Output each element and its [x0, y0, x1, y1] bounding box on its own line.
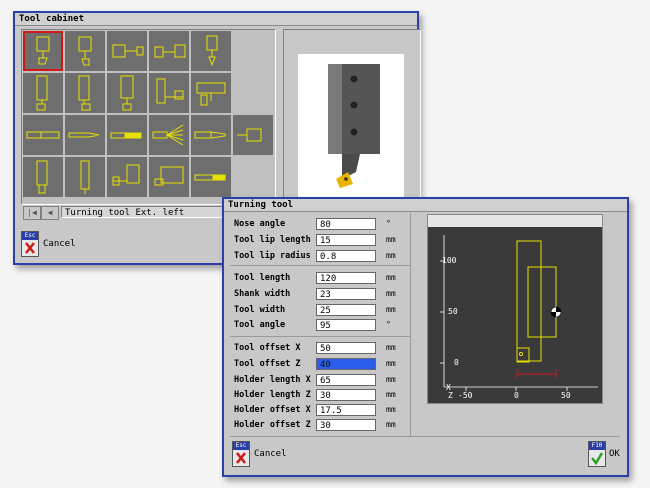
tool-reamer[interactable] — [65, 115, 105, 155]
tool-face-mill[interactable] — [149, 115, 189, 155]
tool-boring-bar-right[interactable] — [191, 73, 231, 113]
esc-key-label: Esc — [233, 442, 249, 450]
divider — [230, 265, 410, 266]
divider — [230, 336, 410, 337]
tool-long-neutral[interactable] — [107, 73, 147, 113]
tool-holder-block[interactable] — [149, 157, 189, 197]
holder-offset-z-input[interactable]: 30 — [316, 419, 376, 431]
tool-int-drill[interactable] — [191, 157, 231, 197]
tool-length-input[interactable]: 120 — [316, 272, 376, 284]
tool-angle-input[interactable]: 95 — [316, 319, 376, 331]
holder-offset-x-input[interactable]: 17.5 — [316, 404, 376, 416]
y-tick-0: 0 — [454, 358, 459, 367]
tool-tap[interactable] — [107, 115, 147, 155]
cancel-x-icon — [236, 452, 246, 464]
shank-width-input[interactable]: 23 — [316, 288, 376, 300]
tool-cabinet-title: Tool cabinet — [15, 13, 417, 26]
y-tick-100: 100 — [442, 256, 457, 265]
z-axis-label: Z — [448, 391, 453, 400]
tool-ext-boring-right[interactable] — [149, 31, 189, 71]
cabinet-cancel-label: Cancel — [43, 239, 76, 249]
x-tick-neg-50: -50 — [458, 391, 473, 400]
tool-grooving-ext[interactable] — [23, 157, 63, 197]
holder-length-x-input[interactable]: 65 — [316, 374, 376, 386]
tool-end-mill[interactable] — [191, 115, 231, 155]
divider — [230, 436, 620, 437]
tool-offset-x-input[interactable]: 50 — [316, 342, 376, 354]
ok-button[interactable]: F10 — [588, 441, 606, 467]
tool-boring-bar-left[interactable] — [149, 73, 189, 113]
tool-grooving-int[interactable] — [65, 157, 105, 197]
tool-ext-threading[interactable] — [191, 31, 231, 71]
field-list: Nose angle 80 ° Tool lip length 15 mm Tool l… — [234, 218, 396, 431]
y-tick-50: 50 — [448, 307, 458, 316]
cancel-x-icon — [25, 242, 35, 254]
checkmark-icon — [591, 452, 604, 466]
x-tick-0: 0 — [514, 391, 519, 400]
tool-drill[interactable] — [23, 115, 63, 155]
ok-label: OK — [609, 449, 620, 459]
tool-ext-left-turning[interactable] — [23, 31, 63, 71]
cabinet-cancel-button[interactable]: Esc — [21, 231, 39, 257]
tool-ext-right-turning[interactable] — [65, 31, 105, 71]
tool-preview-image — [298, 54, 404, 199]
tool-ext-boring-left[interactable] — [107, 31, 147, 71]
tool-lip-radius-input[interactable]: 0.8 — [316, 250, 376, 262]
tool-long-right[interactable] — [65, 73, 105, 113]
tool-slot-mill[interactable] — [233, 115, 273, 155]
tool-grid — [21, 29, 276, 205]
f10-key-label: F10 — [589, 442, 605, 450]
tool-width-input[interactable]: 25 — [316, 304, 376, 316]
turning-tool-title: Turning tool — [224, 199, 627, 212]
x-tick-50: 50 — [561, 391, 571, 400]
tool-offset-z-input[interactable]: 40 — [316, 358, 376, 370]
tool-geometry-graph: 100 50 0 X Z -50 0 50 — [427, 214, 603, 404]
tool-lip-length-input[interactable]: 15 — [316, 234, 376, 246]
esc-key-label: Esc — [22, 232, 38, 240]
tool-parting-off[interactable] — [107, 157, 147, 197]
tool-long-left[interactable] — [23, 73, 63, 113]
nose-angle-input[interactable]: 80 — [316, 218, 376, 230]
divider — [410, 213, 411, 436]
holder-length-z-input[interactable]: 30 — [316, 389, 376, 401]
prev-page-icon[interactable]: ◀ — [41, 206, 59, 220]
turning-cancel-button[interactable]: Esc — [232, 441, 250, 467]
turning-tool-window: Turning tool Nose angle 80 ° Tool lip leng… — [222, 197, 629, 477]
tool-preview-panel — [283, 29, 421, 205]
first-page-icon[interactable]: |◀ — [23, 206, 41, 220]
turning-cancel-label: Cancel — [254, 449, 287, 459]
